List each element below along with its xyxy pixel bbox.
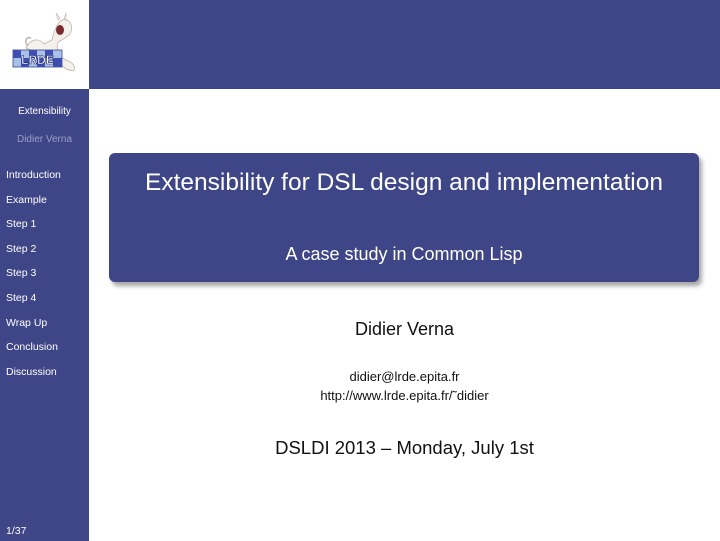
logo-area: LRDE <box>0 0 89 89</box>
author-name: Didier Verna <box>354 319 455 339</box>
nav-item-step-3[interactable]: Step 3 <box>6 266 61 291</box>
lrde-logo-icon: LRDE <box>12 12 75 71</box>
author-url: http://www.lrde.epita.fr/˜didier <box>320 388 489 403</box>
logo-text: LRDE <box>21 53 54 67</box>
nav-item-conclusion[interactable]: Conclusion <box>6 340 61 365</box>
header-bar <box>89 0 720 89</box>
sidebar-short-title[interactable]: Extensibility <box>0 106 89 117</box>
page-number: 1/37 <box>6 525 27 537</box>
event-date: DSLDI 2013 – Monday, July 1st <box>275 437 534 458</box>
section-nav: Introduction Example Step 1 Step 2 Step … <box>6 168 61 389</box>
nav-item-step-1[interactable]: Step 1 <box>6 217 61 242</box>
nav-item-step-4[interactable]: Step 4 <box>6 291 61 316</box>
presentation-subtitle: A case study in Common Lisp <box>285 244 523 264</box>
nav-item-wrap-up[interactable]: Wrap Up <box>6 316 61 341</box>
nav-item-discussion[interactable]: Discussion <box>6 365 61 390</box>
nav-item-example[interactable]: Example <box>6 193 61 218</box>
sidebar-short-author[interactable]: Didier Verna <box>0 134 89 145</box>
nav-item-introduction[interactable]: Introduction <box>6 168 61 193</box>
presentation-title: Extensibility for DSL design and impleme… <box>145 169 663 196</box>
author-email: didier@lrde.epita.fr <box>349 369 460 384</box>
nav-item-step-2[interactable]: Step 2 <box>6 242 61 267</box>
title-block: Extensibility for DSL design and impleme… <box>109 153 699 282</box>
